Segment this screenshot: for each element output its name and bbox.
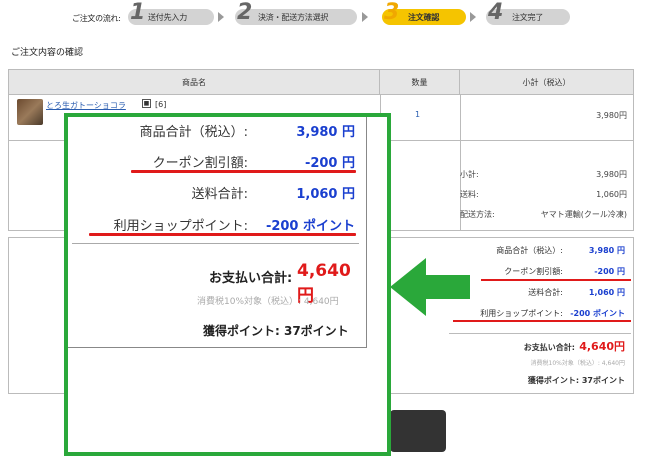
zoom-points-underline xyxy=(89,233,356,236)
zoom-callout: 商品合計（税込）: 3,980 円 クーポン割引額: -200 円 送料合計: … xyxy=(64,113,391,456)
step-arrow-icon xyxy=(470,12,476,22)
zoom-shipping-value: 1,060 円 xyxy=(296,187,355,202)
summary-subtotal-value: 3,980円 xyxy=(596,170,627,179)
col-divider xyxy=(460,95,461,140)
totals-product-label: 商品合計（税込）: xyxy=(496,246,563,255)
totals-pay-label: お支払い合計: xyxy=(523,343,575,352)
zoom-shipping-label: 送料合計: xyxy=(191,187,248,202)
step-arrow-icon xyxy=(362,12,368,22)
item-price: 3,980円 xyxy=(596,111,627,120)
summary-delivery-value: ヤマト運輸(クール冷凍) xyxy=(540,210,627,219)
product-thumbnail[interactable] xyxy=(17,99,43,125)
zoom-coupon-underline xyxy=(131,170,356,173)
summary-shipping-label: 送料: xyxy=(460,190,479,199)
zoom-earned-points: 獲得ポイント: 37ポイント xyxy=(203,324,349,338)
totals-divider xyxy=(449,333,631,334)
step-1-number: 1 xyxy=(130,0,146,25)
zoom-tax-note: 消費税10%対象（税込）: 4,640円 xyxy=(197,297,339,307)
summary-delivery-label: 配送方法: xyxy=(460,210,495,219)
zoom-product-label: 商品合計（税込）: xyxy=(139,125,248,140)
confirm-order-button[interactable] xyxy=(390,410,446,452)
page-title: ご注文内容の確認 xyxy=(11,48,84,58)
order-steps: ご注文の流れ: 1 送付先入力 2 決済・配送方法選択 3 注文確認 4 注文完… xyxy=(0,0,653,32)
header-subtotal: 小計（税込） xyxy=(460,70,633,95)
zoom-divider xyxy=(72,243,359,244)
header-qty: 数量 xyxy=(380,70,460,95)
zoom-coupon-label: クーポン割引額: xyxy=(152,156,248,171)
zoom-coupon-value: -200 円 xyxy=(304,156,355,171)
step-arrow-icon xyxy=(218,12,224,22)
totals-coupon-label: クーポン割引額: xyxy=(504,267,563,276)
summary-shipping-value: 1,060円 xyxy=(596,190,627,199)
green-arrow-icon xyxy=(390,258,470,316)
totals-earned-points: 獲得ポイント: 37ポイント xyxy=(527,376,625,385)
step-2-number: 2 xyxy=(237,0,253,25)
summary-subtotal-label: 小計: xyxy=(460,170,479,179)
totals-tax-note: 消費税10%対象（税込）: 4,640円 xyxy=(530,360,625,367)
totals-product-value: 3,980 円 xyxy=(588,246,625,255)
totals-pay-value: 4,640円 xyxy=(579,340,625,353)
totals-points-label: 利用ショップポイント: xyxy=(480,309,563,318)
zoom-points-label: 利用ショップポイント: xyxy=(113,219,248,234)
step-1-label: 送付先入力 xyxy=(148,13,187,22)
totals-shipping-value: 1,060 円 xyxy=(588,288,625,297)
totals-coupon-value: -200 円 xyxy=(594,267,625,276)
product-badge-icon: ■ xyxy=(142,99,151,108)
zoom-product-value: 3,980 円 xyxy=(296,125,355,140)
step-4-label: 注文完了 xyxy=(512,13,544,22)
step-2-label: 決済・配送方法選択 xyxy=(258,13,329,22)
zoom-pay-label: お支払い合計: xyxy=(209,271,293,286)
product-link[interactable]: とろ生ガトーショコラ xyxy=(46,100,126,111)
zoom-panel: 商品合計（税込）: 3,980 円 クーポン割引額: -200 円 送料合計: … xyxy=(68,117,367,348)
header-product: 商品名 xyxy=(9,70,380,95)
step-4-number: 4 xyxy=(488,0,504,25)
steps-label: ご注文の流れ: xyxy=(72,14,121,23)
zoom-points-value: -200 ポイント xyxy=(265,219,355,234)
step-3-label: 注文確認 xyxy=(408,13,440,22)
points-highlight-underline xyxy=(453,320,631,322)
totals-shipping-label: 送料合計: xyxy=(528,288,563,297)
coupon-highlight-underline xyxy=(481,279,631,281)
item-quantity: 1 xyxy=(415,110,421,119)
product-tag: [6] xyxy=(155,100,167,109)
totals-points-value: -200 ポイント xyxy=(570,309,625,318)
step-3-number: 3 xyxy=(384,0,400,25)
